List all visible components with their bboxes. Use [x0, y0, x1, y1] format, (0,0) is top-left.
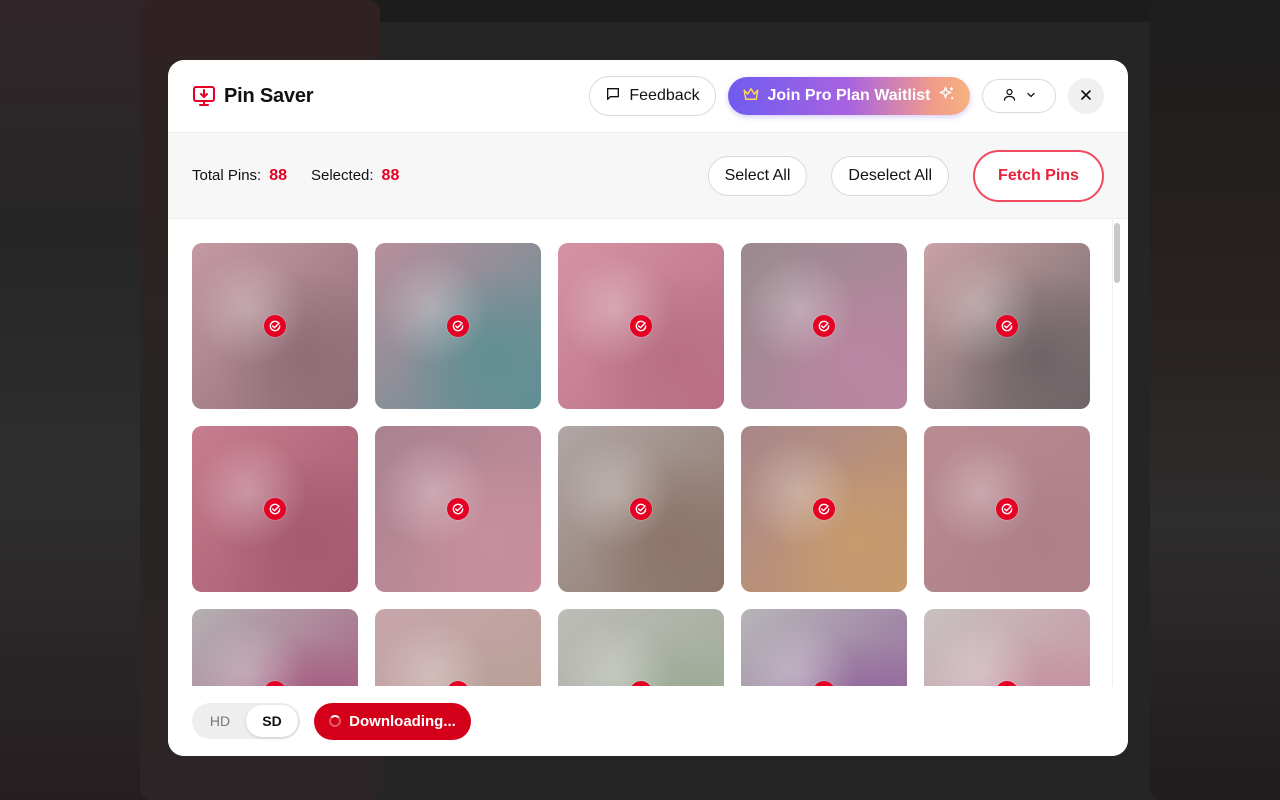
selected-check-icon[interactable] [996, 498, 1018, 520]
quality-toggle: HD SD [192, 703, 300, 739]
pin-thumbnail[interactable] [192, 426, 358, 592]
monitor-download-icon [192, 84, 216, 108]
pins-grid-area[interactable] [168, 219, 1128, 686]
deselect-all-button[interactable]: Deselect All [831, 155, 949, 196]
pin-thumbnail[interactable] [558, 243, 724, 409]
pin-thumbnail[interactable] [741, 243, 907, 409]
selected-check-icon[interactable] [630, 315, 652, 337]
scrollbar-track[interactable] [1112, 219, 1128, 686]
selected-pins-stat: Selected: 88 [311, 167, 399, 185]
message-square-icon [605, 86, 621, 107]
modal-footer: HD SD Downloading... [168, 686, 1128, 756]
user-menu-button[interactable] [982, 79, 1056, 113]
brand: Pin Saver [192, 84, 314, 108]
total-pins-label: Total Pins: [192, 167, 262, 184]
loading-spinner-icon [329, 715, 342, 727]
pin-thumbnail[interactable] [741, 426, 907, 592]
app-title: Pin Saver [224, 84, 314, 107]
pin-thumbnail[interactable] [558, 426, 724, 592]
pins-toolbar: Total Pins: 88 Selected: 88 Select All D… [168, 133, 1128, 219]
user-icon [1002, 87, 1017, 105]
feedback-label: Feedback [629, 87, 700, 104]
selected-check-icon[interactable] [996, 315, 1018, 337]
pins-grid [192, 243, 1090, 686]
download-label: Downloading... [349, 712, 456, 730]
total-pins-count: 88 [269, 166, 287, 184]
pin-saver-modal: Pin Saver Feedback Join Pro Plan Waitlis… [168, 60, 1128, 756]
close-button[interactable] [1068, 78, 1104, 114]
pin-thumbnail[interactable] [375, 243, 541, 409]
chevron-down-icon [1025, 89, 1037, 104]
pro-label: Join Pro Plan Waitlist [767, 87, 931, 104]
pin-thumbnail[interactable] [558, 609, 724, 686]
scrollbar-thumb[interactable] [1114, 223, 1120, 283]
selected-check-icon[interactable] [447, 498, 469, 520]
selected-check-icon[interactable] [813, 498, 835, 520]
crown-icon [742, 85, 760, 108]
selected-check-icon[interactable] [447, 315, 469, 337]
total-pins-stat: Total Pins: 88 [192, 167, 287, 185]
join-pro-waitlist-button[interactable]: Join Pro Plan Waitlist [728, 77, 970, 115]
quality-option-sd[interactable]: SD [246, 705, 298, 737]
pin-thumbnail[interactable] [375, 609, 541, 686]
modal-header: Pin Saver Feedback Join Pro Plan Waitlis… [168, 60, 1128, 133]
pin-thumbnail[interactable] [924, 609, 1090, 686]
sparkles-icon [938, 85, 956, 108]
selected-check-icon[interactable] [264, 498, 286, 520]
selected-pins-label: Selected: [311, 167, 374, 184]
selected-check-icon[interactable] [813, 315, 835, 337]
quality-option-hd[interactable]: HD [194, 705, 246, 737]
select-all-button[interactable]: Select All [707, 155, 808, 196]
selected-pins-count: 88 [381, 166, 400, 184]
pin-thumbnail[interactable] [741, 609, 907, 686]
fetch-pins-button[interactable]: Fetch Pins [973, 149, 1104, 202]
pin-thumbnail[interactable] [192, 243, 358, 409]
close-icon [1078, 87, 1094, 106]
pin-thumbnail[interactable] [375, 426, 541, 592]
pin-thumbnail[interactable] [924, 426, 1090, 592]
pin-thumbnail[interactable] [192, 609, 358, 686]
download-button[interactable]: Downloading... [314, 702, 471, 740]
feedback-button[interactable]: Feedback [589, 76, 716, 116]
selected-check-icon[interactable] [264, 315, 286, 337]
pin-thumbnail[interactable] [924, 243, 1090, 409]
selected-check-icon[interactable] [630, 498, 652, 520]
